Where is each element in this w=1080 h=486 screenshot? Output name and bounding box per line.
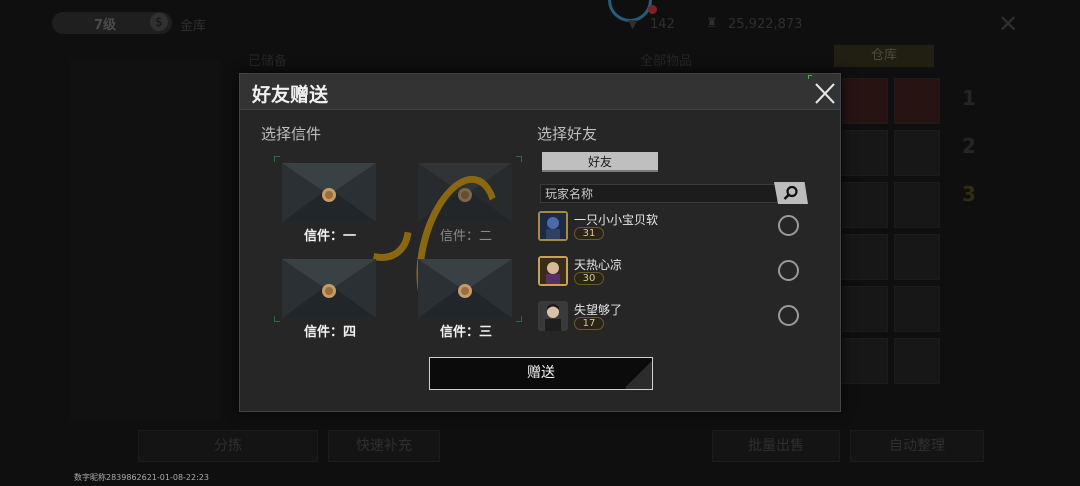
friend-row[interactable]: 天热心凉 30 bbox=[538, 256, 806, 296]
search-button[interactable] bbox=[774, 182, 808, 204]
friend-level-badge: 17 bbox=[574, 317, 604, 330]
search-icon bbox=[783, 185, 798, 200]
friend-select-radio[interactable] bbox=[778, 305, 799, 326]
envelope-icon bbox=[418, 259, 512, 318]
tab-friends[interactable]: 好友 bbox=[542, 152, 658, 172]
friend-name: 一只小小宝贝软 bbox=[574, 213, 659, 227]
friend-avatar bbox=[538, 211, 568, 241]
gift-dialog: 好友赠送 选择信件 信件：一 信件：二 信件：四 信件：三 选择好友 好友 玩家… bbox=[239, 73, 841, 412]
dialog-header: 好友赠送 bbox=[240, 74, 840, 110]
close-button[interactable] bbox=[808, 75, 840, 109]
friend-name: 失望够了 bbox=[574, 303, 623, 317]
letter-name: 信件：三 bbox=[439, 325, 492, 340]
letter-option-4[interactable]: 信件：四 bbox=[274, 252, 386, 340]
friend-row[interactable]: 失望够了 17 bbox=[538, 301, 806, 341]
friends-section-label: 选择好友 bbox=[537, 125, 598, 143]
letter-name: 信件：四 bbox=[303, 325, 356, 340]
player-search-input[interactable] bbox=[545, 186, 771, 202]
friend-name: 天热心凉 bbox=[574, 258, 623, 272]
dialog-title: 好友赠送 bbox=[252, 84, 329, 106]
friend-avatar bbox=[538, 301, 568, 331]
friend-select-radio[interactable] bbox=[778, 215, 799, 236]
select-corner bbox=[274, 156, 280, 162]
close-icon bbox=[808, 75, 835, 104]
send-gift-button[interactable]: 赠送 bbox=[429, 357, 653, 390]
select-corner bbox=[516, 156, 522, 162]
button-decoration bbox=[626, 358, 652, 389]
envelope-icon bbox=[282, 259, 376, 318]
friend-level-badge: 31 bbox=[574, 227, 604, 240]
friend-row[interactable]: 一只小小宝贝软 31 bbox=[538, 211, 806, 251]
letters-section-label: 选择信件 bbox=[261, 125, 322, 143]
friend-select-radio[interactable] bbox=[778, 260, 799, 281]
friend-level-badge: 30 bbox=[574, 272, 604, 285]
letter-option-3[interactable]: 信件：三 bbox=[410, 252, 522, 340]
friend-avatar bbox=[538, 256, 568, 286]
send-button-label: 赠送 bbox=[527, 365, 555, 381]
search-box bbox=[540, 184, 778, 203]
footer-watermark: 数字昵称2839862621-01-08-22:23 bbox=[74, 473, 209, 482]
